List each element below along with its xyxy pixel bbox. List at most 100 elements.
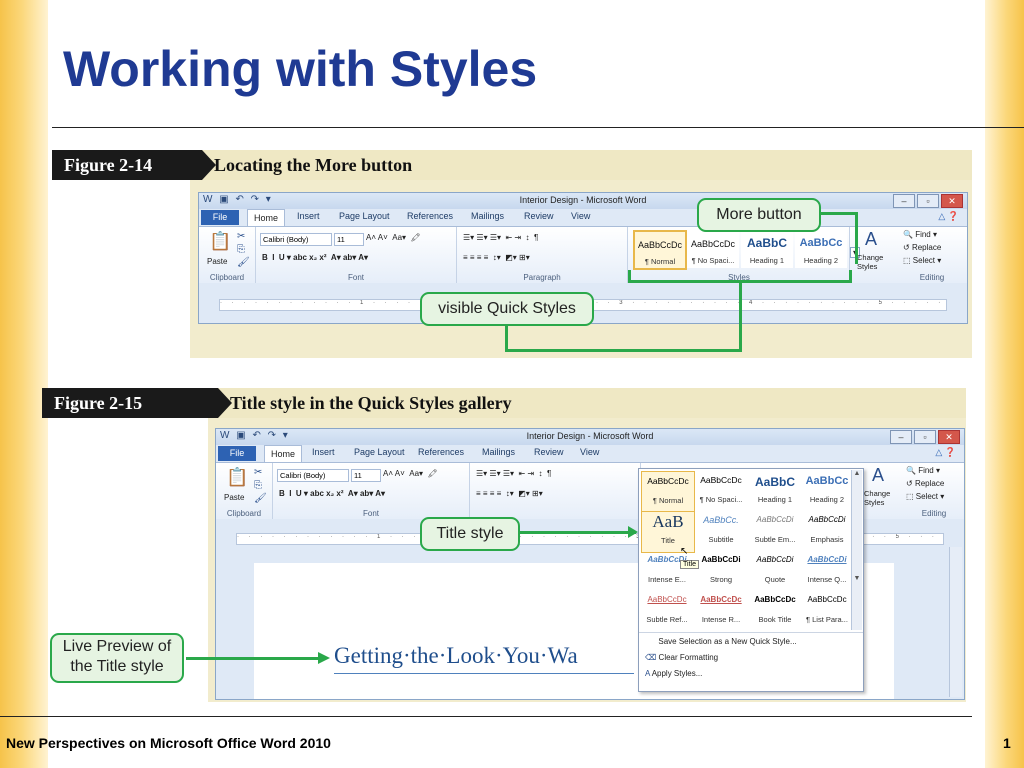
tab-file[interactable]: File [201,210,239,225]
footer-divider [0,716,972,717]
left-decor-bar [0,0,48,768]
gallery-subtitle[interactable]: AaBbCc. Subtitle [695,511,747,551]
titlebar: W ▣ ↶ ↷ ▾ Interior Design - Microsoft Wo… [199,193,967,209]
gallery-quote[interactable]: AaBbCcDi Quote [749,551,801,591]
style-normal[interactable]: AaBbCcDc ¶ Normal [633,230,687,270]
tab-mailings[interactable]: Mailings [471,211,504,221]
font-format-icons[interactable]: B I U ▾ abc x₂ x² A▾ ab▾ A▾ [279,489,385,498]
preview-leader-line [186,657,320,660]
format-painter-icon[interactable]: 🖌 [237,257,250,268]
gallery-book-title[interactable]: AaBbCcDc Book Title [749,591,801,631]
titlebar: W ▣ ↶ ↷ ▾ Interior Design - Microsoft Wo… [216,429,964,445]
gallery-subtle-reference[interactable]: AaBbCcDc Subtle Ref... [641,591,693,631]
font-name-combo[interactable]: Calibri (Body) [260,233,332,246]
font-format-icons[interactable]: B I U ▾ abc x₂ x² A▾ ab▾ A▾ [262,253,368,262]
apply-styles-menu-item[interactable]: A Apply Styles... [645,669,702,678]
more-leader-line [819,212,857,215]
select-button[interactable]: ⬚ Select ▾ [906,492,944,501]
replace-button[interactable]: ↺ Replace [903,243,941,252]
gallery-emphasis[interactable]: AaBbCcDi Emphasis [801,511,853,551]
list-indent-icons[interactable]: ☰▾ ☰▾ ☰▾ ⇤ ⇥ ↕ ¶ [476,469,551,478]
close-button[interactable]: ✕ [941,194,963,208]
paste-icon[interactable]: 📋 [226,467,248,488]
font-size-combo[interactable]: 11 [334,233,364,246]
editing-label: Editing [919,273,945,282]
alignment-icons[interactable]: ≡ ≡ ≡ ≡ ↕▾ ◩▾ ⊞▾ [463,253,530,262]
gallery-heading2[interactable]: AaBbCc Heading 2 [801,471,853,511]
style-heading1[interactable]: AaBbC Heading 1 [741,230,793,268]
close-button[interactable]: ✕ [938,430,960,444]
gallery-subtle-emphasis[interactable]: AaBbCcDi Subtle Em... [749,511,801,551]
tab-home[interactable]: Home [264,445,303,463]
paragraph-group: ☰▾ ☰▾ ☰▾ ⇤ ⇥ ↕ ¶ ≡ ≡ ≡ ≡ ↕▾ ◩▾ ⊞▾ [470,463,641,519]
change-styles[interactable]: A Change Styles [862,463,902,519]
tab-home[interactable]: Home [247,209,286,227]
tab-file[interactable]: File [218,446,256,461]
save-quick-style-menu-item[interactable]: Save Selection as a New Quick Style... [645,637,796,646]
paragraph-label: Paragraph [523,273,561,282]
style-no-spacing[interactable]: AaBbCcDc ¶ No Spaci... [687,230,739,268]
tab-page-layout[interactable]: Page Layout [339,211,390,221]
gallery-intense-reference[interactable]: AaBbCcDc Intense R... [695,591,747,631]
editing-group: 🔍 Find ▾ ↺ Replace ⬚ Select ▾ Editing [904,463,964,519]
style-heading2[interactable]: AaBbCc Heading 2 [795,230,847,268]
tab-review[interactable]: Review [524,211,554,221]
restore-button[interactable]: ▫ [917,194,939,208]
gallery-normal[interactable]: AaBbCcDc ¶ Normal [641,471,695,513]
figure2-tag: Figure 2-15 [42,388,232,418]
tab-references[interactable]: References [418,447,464,457]
grow-shrink-font-icon[interactable]: A˄ A˅ Aa▾ 🖍 [383,469,438,478]
gallery-strong[interactable]: AaBbCcDi Strong [695,551,747,591]
font-size-combo[interactable]: 11 [351,469,381,482]
cut-icon[interactable]: ✂ [237,231,245,242]
grow-shrink-font-icon[interactable]: A˄ A˅ Aa▾ 🖍 [366,233,421,242]
footer-text: New Perspectives on Microsoft Office Wor… [6,735,331,751]
help-icon[interactable]: △ ❓ [935,447,956,458]
gallery-scrollbar[interactable]: ▲ ▼ [851,470,862,630]
gallery-intense-quote[interactable]: AaBbCcDi Intense Q... [801,551,853,591]
gallery-heading1[interactable]: AaBbC Heading 1 [749,471,801,511]
change-styles-icon: A [872,465,885,485]
minimize-button[interactable]: – [893,194,915,208]
font-label: Font [347,273,364,282]
copy-icon[interactable]: ⎘ [237,244,245,255]
tab-view[interactable]: View [580,447,599,457]
heading-underline [334,673,634,674]
right-decor-bar [985,0,1024,768]
font-group: Calibri (Body) 11 A˄ A˅ Aa▾ 🖍 B I U ▾ ab… [256,227,457,283]
alignment-icons[interactable]: ≡ ≡ ≡ ≡ ↕▾ ◩▾ ⊞▾ [476,489,543,498]
tab-references[interactable]: References [407,211,453,221]
restore-button[interactable]: ▫ [914,430,936,444]
paragraph-group: ☰▾ ☰▾ ☰▾ ⇤ ⇥ ↕ ¶ ≡ ≡ ≡ ≡ ↕▾ ◩▾ ⊞▾ Paragr… [457,227,628,283]
help-icon[interactable]: △ ❓ [938,211,959,222]
minimize-button[interactable]: – [890,430,912,444]
clear-formatting-menu-item[interactable]: ⌫ Clear Formatting [645,653,718,662]
format-painter-icon[interactable]: 🖌 [254,493,267,504]
gallery-no-spacing[interactable]: AaBbCcDc ¶ No Spaci... [695,471,747,511]
clipboard-group: 📋 Paste ✂ ⎘ 🖌 Clipboard [216,463,273,519]
find-button[interactable]: 🔍 Find ▾ [906,466,940,475]
tab-insert[interactable]: Insert [312,447,335,457]
paste-label[interactable]: Paste [224,493,244,502]
cut-icon[interactable]: ✂ [254,467,262,478]
find-button[interactable]: 🔍 Find ▾ [903,230,937,239]
tab-review[interactable]: Review [534,447,564,457]
paste-label[interactable]: Paste [207,257,227,266]
select-button[interactable]: ⬚ Select ▾ [903,256,941,265]
title-style-callout: Title style [420,517,520,551]
tab-insert[interactable]: Insert [297,211,320,221]
gallery-list-paragraph[interactable]: AaBbCcDc ¶ List Para... [801,591,853,631]
window-title: Interior Design - Microsoft Word [519,195,647,205]
eraser-icon: ⌫ [645,653,657,662]
list-indent-icons[interactable]: ☰▾ ☰▾ ☰▾ ⇤ ⇥ ↕ ¶ [463,233,538,242]
gallery-intense-emphasis[interactable]: AaBbCcDi Intense E... [641,551,693,591]
font-name-combo[interactable]: Calibri (Body) [277,469,349,482]
tab-view[interactable]: View [571,211,590,221]
paste-icon[interactable]: 📋 [209,231,231,252]
change-styles[interactable]: A Change Styles [855,227,895,283]
tab-mailings[interactable]: Mailings [482,447,515,457]
tab-page-layout[interactable]: Page Layout [354,447,405,457]
copy-icon[interactable]: ⎘ [254,480,262,491]
vertical-scrollbar[interactable] [949,547,962,697]
replace-button[interactable]: ↺ Replace [906,479,944,488]
